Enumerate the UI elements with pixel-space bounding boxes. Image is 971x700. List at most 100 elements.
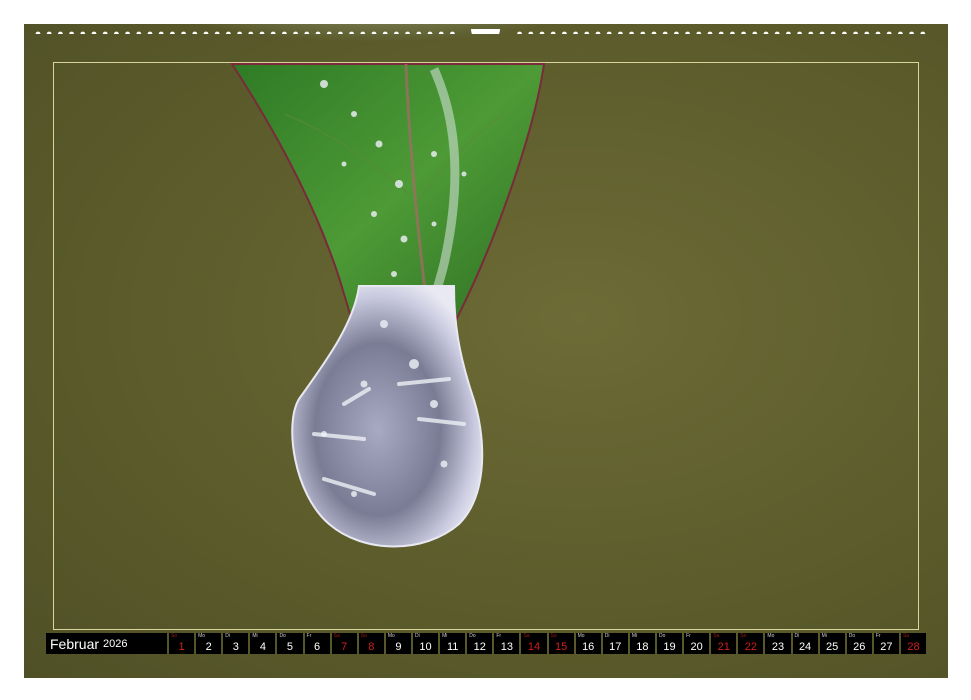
day-number: 2 <box>205 641 212 653</box>
weekday-label: Sa <box>902 633 910 639</box>
binding-hole <box>662 31 668 34</box>
binding-hole <box>517 31 522 34</box>
binding-hole <box>920 31 926 34</box>
binding-hole <box>618 31 623 34</box>
binding-hole <box>315 31 321 34</box>
day-cell: So 1 <box>169 633 195 654</box>
day-cell: Do 19 <box>656 633 683 654</box>
binding-hole <box>886 31 892 34</box>
weekday-label: Do <box>658 633 666 639</box>
day-number: 21 <box>717 641 730 653</box>
month-year: 2026 <box>103 637 128 650</box>
day-cell: Mi 25 <box>819 633 845 654</box>
binding-hole <box>102 31 108 34</box>
binding-hole <box>394 31 399 34</box>
binding-hole <box>629 31 634 34</box>
day-cell: Di 17 <box>602 633 628 654</box>
binding-hole <box>248 31 254 34</box>
binding-hole <box>450 31 455 34</box>
binding-hole <box>898 31 903 34</box>
weekday-label: Fr <box>875 633 881 639</box>
day-cell: So 8 <box>358 633 384 654</box>
binding-hole <box>539 31 545 34</box>
weekday-label: Mo <box>577 633 585 639</box>
weekday-label: So <box>360 633 367 639</box>
day-cells: So 1 Mo 2 Di 3 Mi 4 Do 5 Fr 6 Sa 7 So 8 Mo 9 Di 10 Mi 11 Do 12 F… <box>169 633 927 654</box>
binding-hole <box>91 31 97 34</box>
day-cell: Di 10 <box>412 633 439 654</box>
binding-hole <box>875 31 881 34</box>
day-cell: So 22 <box>738 633 764 654</box>
binding-hole <box>584 31 590 34</box>
binding-hole <box>360 31 366 34</box>
weekday-label: Mo <box>767 633 775 639</box>
day-cell: Mi 18 <box>629 633 655 654</box>
binding-hole <box>797 31 802 34</box>
weekday-label: Di <box>225 633 230 639</box>
day-cell: Fr 6 <box>304 633 330 654</box>
day-cell: Fr 13 <box>494 633 520 654</box>
binding-hole <box>382 31 388 34</box>
day-number: 16 <box>582 641 595 653</box>
day-cell: Sa 28 <box>900 633 927 654</box>
weekday-label: Fr <box>496 633 502 639</box>
day-cell: Di 24 <box>792 633 818 654</box>
weekday-label: Mo <box>198 633 206 639</box>
binding-hole <box>35 31 41 34</box>
day-cell: Sa 7 <box>331 633 357 654</box>
binding-hole <box>371 31 377 34</box>
calendar-page: Februar 2026 So 1 Mo 2 Di 3 Mi 4 Do 5 Fr 6 Sa 7 So 8 Mo 9… <box>24 24 948 678</box>
day-number: 5 <box>286 641 294 653</box>
binding-hole <box>181 31 186 34</box>
binding-hole <box>707 31 713 34</box>
binding-hole <box>730 31 735 34</box>
weekday-label: Mi <box>631 633 638 639</box>
day-cell: Di 3 <box>223 633 249 654</box>
day-cell: Do 12 <box>467 633 493 654</box>
day-number: 19 <box>663 641 676 653</box>
day-cell: Mo 9 <box>385 633 411 654</box>
weekday-label: So <box>550 633 557 639</box>
day-number: 27 <box>880 641 893 653</box>
wire-binding <box>35 29 926 34</box>
binding-hole <box>192 31 198 34</box>
binding-hole <box>69 31 74 34</box>
day-number: 8 <box>368 641 375 653</box>
binding-hole <box>203 31 209 34</box>
day-number: 9 <box>395 641 402 653</box>
binding-hole <box>405 31 410 34</box>
binding-hole <box>741 31 746 34</box>
binding-hole <box>752 31 758 34</box>
binding-hole <box>909 31 914 34</box>
weekday-label: Mo <box>387 633 395 639</box>
binding-hole <box>349 31 354 34</box>
day-number: 26 <box>853 641 866 653</box>
day-cell: Fr 20 <box>684 633 710 654</box>
day-number: 28 <box>907 641 920 653</box>
binding-hole <box>696 31 702 34</box>
binding-hole <box>763 31 769 34</box>
day-number: 23 <box>771 641 785 653</box>
day-number: 11 <box>446 641 459 653</box>
weekday-label: Mi <box>821 633 827 639</box>
binding-hole <box>226 31 231 34</box>
binding-hole <box>640 31 646 34</box>
binding-hole <box>58 31 63 34</box>
weekday-label: Di <box>414 633 420 639</box>
day-number: 25 <box>826 641 839 653</box>
photo-frame-line <box>53 62 919 630</box>
binding-hole <box>270 31 276 34</box>
binding-hole <box>808 31 814 34</box>
weekday-label: Mi <box>252 633 258 639</box>
day-cell: Do 26 <box>846 633 872 654</box>
binding-hole <box>674 31 679 34</box>
binding-hole <box>136 31 142 34</box>
day-cell: Fr 27 <box>873 633 899 654</box>
weekday-label: Di <box>794 633 800 639</box>
binding-hole <box>46 31 52 34</box>
binding-hole <box>786 31 791 34</box>
binding-hole <box>158 31 164 34</box>
binding-hole <box>830 31 836 34</box>
day-number: 7 <box>341 641 348 653</box>
binding-hole <box>416 31 422 34</box>
